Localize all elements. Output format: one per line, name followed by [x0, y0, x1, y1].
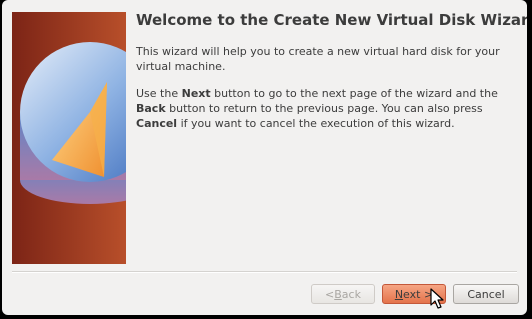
- instructions-part-1: Use the: [136, 87, 182, 100]
- instructions-part-3: button to return to the previous page. Y…: [165, 102, 483, 115]
- cancel-button[interactable]: Cancel: [453, 284, 519, 304]
- virtual-disk-icon: [12, 12, 126, 264]
- back-button[interactable]: < Back: [311, 284, 375, 304]
- instructions-next-word: Next: [181, 87, 211, 100]
- back-button-rest: ack: [341, 287, 361, 301]
- back-button-mnemonic: B: [334, 287, 342, 301]
- page-title: Welcome to the Create New Virtual Disk W…: [136, 11, 527, 29]
- next-button-rest: ext >: [403, 287, 434, 301]
- instructions-part-4: if you want to cancel the execution of t…: [177, 117, 455, 130]
- instructions-text: Use the Next button to go to the next pa…: [136, 86, 521, 131]
- back-button-prefix: <: [325, 287, 335, 301]
- instructions-back-word: Back: [136, 102, 166, 115]
- mouse-pointer-icon: [430, 288, 444, 309]
- side-panel: [12, 12, 126, 264]
- wizard-content: Welcome to the Create New Virtual Disk W…: [136, 10, 527, 143]
- next-button-mnemonic: N: [394, 287, 404, 301]
- instructions-part-2: button to go to the next page of the wiz…: [210, 87, 498, 100]
- instructions-cancel-word: Cancel: [136, 117, 178, 130]
- button-separator: [12, 271, 517, 273]
- wizard-window: Welcome to the Create New Virtual Disk W…: [2, 0, 527, 315]
- cancel-button-label: Cancel: [467, 287, 505, 301]
- intro-text: This wizard will help you to create a ne…: [136, 45, 500, 73]
